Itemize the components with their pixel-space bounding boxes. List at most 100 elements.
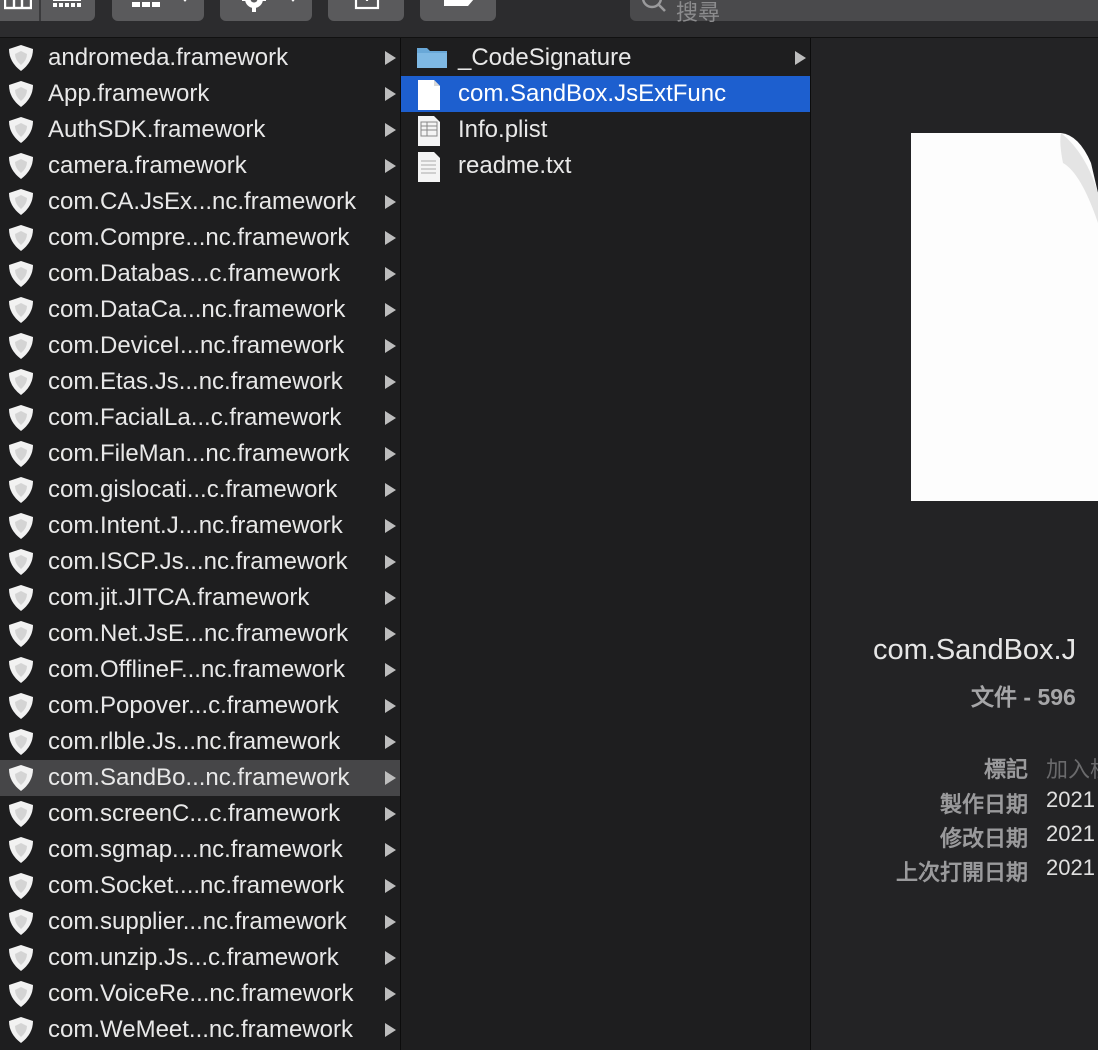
framework-row[interactable]: com.Socket....nc.framework <box>0 868 400 904</box>
framework-row[interactable]: com.Net.JsE...nc.framework <box>0 616 400 652</box>
framework-row[interactable]: com.Popover...c.framework <box>0 688 400 724</box>
framework-row[interactable]: com.VoiceRe...nc.framework <box>0 976 400 1012</box>
tags-add-field[interactable]: 加入標 <box>1046 752 1098 784</box>
framework-row[interactable]: com.gislocati...c.framework <box>0 472 400 508</box>
disclosure-arrow-icon <box>385 267 396 281</box>
disclosure-arrow-icon <box>385 123 396 137</box>
file-name: _CodeSignature <box>458 44 632 71</box>
framework-name: com.unzip.Js...c.framework <box>48 944 339 971</box>
view-mode-segmented-control[interactable] <box>0 0 95 21</box>
framework-name: com.Databas...c.framework <box>48 260 341 287</box>
framework-name: com.Net.JsE...nc.framework <box>48 620 349 647</box>
framework-row[interactable]: com.DeviceI...nc.framework <box>0 328 400 364</box>
action-button[interactable] <box>220 0 312 21</box>
gallery-view-icon[interactable] <box>52 0 82 10</box>
framework-bundle-icon <box>6 224 36 257</box>
framework-row[interactable]: com.OfflineF...nc.framework <box>0 652 400 688</box>
group-by-button[interactable] <box>112 0 204 21</box>
disclosure-arrow-icon <box>385 87 396 101</box>
disclosure-arrow-icon <box>385 231 396 245</box>
framework-name: andromeda.framework <box>48 44 289 71</box>
chevron-down-icon <box>183 0 187 2</box>
file-row[interactable]: Info.plist <box>401 112 810 148</box>
framework-row[interactable]: com.FileMan...nc.framework <box>0 436 400 472</box>
framework-name: com.Intent.J...nc.framework <box>48 512 343 539</box>
framework-row[interactable]: com.Etas.Js...nc.framework <box>0 364 400 400</box>
framework-name: com.SandBo...nc.framework <box>48 764 350 791</box>
framework-bundle-icon <box>6 368 36 401</box>
file-row[interactable]: _CodeSignature <box>401 40 810 76</box>
framework-name: com.ISCP.Js...nc.framework <box>48 548 348 575</box>
framework-name: com.FacialLa...c.framework <box>48 404 342 431</box>
disclosure-arrow-icon <box>385 591 396 605</box>
search-icon <box>642 0 666 12</box>
disclosure-arrow-icon <box>385 987 396 1001</box>
framework-name: com.DataCa...nc.framework <box>48 296 346 323</box>
disclosure-arrow-icon <box>385 483 396 497</box>
framework-row[interactable]: com.rlble.Js...nc.framework <box>0 724 400 760</box>
disclosure-arrow-icon <box>385 195 396 209</box>
framework-bundle-icon <box>6 944 36 977</box>
framework-row[interactable]: com.WeMeet...nc.framework <box>0 1012 400 1048</box>
segment-divider <box>39 0 41 21</box>
framework-name: com.VoiceRe...nc.framework <box>48 980 354 1007</box>
framework-name: App.framework <box>48 80 210 107</box>
framework-row[interactable]: com.Compre...nc.framework <box>0 220 400 256</box>
framework-bundle-icon <box>6 764 36 797</box>
framework-bundle-icon <box>6 692 36 725</box>
framework-bundle-icon <box>6 548 36 581</box>
framework-bundle-icon <box>6 440 36 473</box>
disclosure-arrow-icon <box>385 843 396 857</box>
framework-row[interactable]: com.DataCa...nc.framework <box>0 292 400 328</box>
framework-name: com.Etas.Js...nc.framework <box>48 368 343 395</box>
preview-file-name: com.SandBox.J <box>873 634 1077 666</box>
framework-row[interactable]: com.jit.JITCA.framework <box>0 580 400 616</box>
framework-row[interactable]: com.FacialLa...c.framework <box>0 400 400 436</box>
file-row[interactable]: readme.txt <box>401 148 810 184</box>
gear-icon <box>242 0 266 12</box>
disclosure-arrow-icon <box>385 771 396 785</box>
disclosure-arrow-icon <box>385 1023 396 1037</box>
framework-row[interactable]: com.supplier...nc.framework <box>0 904 400 940</box>
framework-row[interactable]: camera.framework <box>0 148 400 184</box>
framework-row[interactable]: AuthSDK.framework <box>0 112 400 148</box>
framework-name: com.rlble.Js...nc.framework <box>48 728 341 755</box>
framework-row[interactable]: App.framework <box>0 76 400 112</box>
framework-name: com.FileMan...nc.framework <box>48 440 350 467</box>
created-date-value: 2021 <box>1046 787 1095 812</box>
framework-bundle-icon <box>6 332 36 365</box>
column-view-icon[interactable] <box>4 0 32 10</box>
toolbar: 搜尋 <box>0 0 1098 38</box>
group-grid-icon <box>132 2 160 7</box>
tags-button[interactable] <box>420 0 496 21</box>
framework-row[interactable]: com.ISCP.Js...nc.framework <box>0 544 400 580</box>
disclosure-arrow-icon <box>385 699 396 713</box>
framework-name: com.WeMeet...nc.framework <box>48 1016 353 1043</box>
disclosure-arrow-icon <box>385 51 396 65</box>
framework-name: com.Compre...nc.framework <box>48 224 350 251</box>
tag-icon <box>444 0 474 6</box>
framework-column[interactable]: andromeda.framework App.framework AuthSDK.… <box>0 38 401 1050</box>
framework-row[interactable]: com.unzip.Js...c.framework <box>0 940 400 976</box>
file-row[interactable]: com.SandBox.JsExtFunc <box>401 76 810 112</box>
disclosure-arrow-icon <box>385 807 396 821</box>
framework-row[interactable]: com.CA.JsEx...nc.framework <box>0 184 400 220</box>
framework-row[interactable]: com.Intent.J...nc.framework <box>0 508 400 544</box>
framework-row[interactable]: com.sgmap....nc.framework <box>0 832 400 868</box>
framework-row[interactable]: com.screenC...c.framework <box>0 796 400 832</box>
created-date-label: 製作日期 <box>939 792 1028 817</box>
disclosure-arrow-icon <box>385 375 396 389</box>
framework-row[interactable]: com.SandBo...nc.framework <box>0 760 400 796</box>
framework-bundle-icon <box>6 584 36 617</box>
framework-row[interactable]: andromeda.framework <box>0 40 400 76</box>
framework-bundle-icon <box>6 476 36 509</box>
framework-bundle-icon <box>6 872 36 905</box>
disclosure-arrow-icon <box>385 915 396 929</box>
framework-row[interactable]: com.Databas...c.framework <box>0 256 400 292</box>
framework-name: com.DeviceI...nc.framework <box>48 332 345 359</box>
framework-name: com.supplier...nc.framework <box>48 908 347 935</box>
search-field[interactable]: 搜尋 <box>630 0 1098 25</box>
framework-bundle-icon <box>6 260 36 293</box>
share-button[interactable] <box>328 0 404 21</box>
framework-contents-column[interactable]: _CodeSignature com.SandBox.JsExtFunc Info.… <box>401 38 811 1050</box>
